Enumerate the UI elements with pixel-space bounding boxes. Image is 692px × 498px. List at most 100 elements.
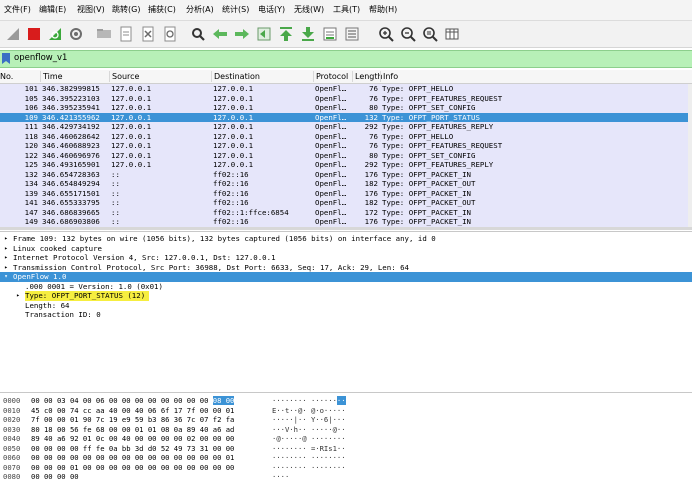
go-back-icon[interactable] xyxy=(210,24,230,44)
hex-dump-row[interactable]: 0060 00 00 00 00 00 00 00 00 00 00 00 00 … xyxy=(0,453,692,463)
hex-offset: 0040 xyxy=(3,434,21,443)
save-file-icon[interactable] xyxy=(116,24,136,44)
collapsed-arrow-icon[interactable]: ▸ xyxy=(14,291,22,301)
packet-row[interactable]: 111 346.429734192 127.0.0.1 127.0.0.1 OpenFl… xyxy=(0,122,688,132)
column-header-info[interactable]: Info xyxy=(380,71,398,82)
packet-row[interactable]: 109 346.421355962 127.0.0.1 127.0.0.1 OpenFl… xyxy=(0,112,688,122)
detail-tree-item[interactable]: Length: 64 xyxy=(0,301,692,311)
column-header-length[interactable]: Length xyxy=(352,71,383,82)
capture-options-icon[interactable] xyxy=(66,24,86,44)
packet-row[interactable]: 125 346.493165901 127.0.0.1 127.0.0.1 OpenFl… xyxy=(0,160,688,170)
hex-offset: 0000 xyxy=(3,396,21,405)
packet-row[interactable]: 147 346.686839665:: ff02::1:ffce:6854 OpenF… xyxy=(0,207,688,217)
packet-row[interactable]: 118 346.460628642 127.0.0.1 127.0.0.1 OpenFl… xyxy=(0,131,688,141)
expanded-arrow-icon[interactable]: ▾ xyxy=(2,272,10,282)
packet-row[interactable]: 149 346.686903806:: ff02::16 OpenFl… 176 Type… xyxy=(0,217,688,227)
display-filter-bar[interactable]: openflow_v1 xyxy=(0,50,692,68)
packet-list-horizontal-scrollbar[interactable] xyxy=(0,227,692,230)
bookmark-icon[interactable] xyxy=(2,53,10,64)
packet-time: 346.655171501 xyxy=(42,188,100,198)
go-to-packet-icon[interactable] xyxy=(254,24,274,44)
packet-row[interactable]: 141 346.655333795:: ff02::16 OpenFl… 182 Type… xyxy=(0,198,688,208)
collapsed-arrow-icon[interactable]: ▸ xyxy=(2,253,10,263)
packet-destination: 127.0.0.1 xyxy=(213,122,254,131)
packet-time: 346.460688923 xyxy=(42,141,100,150)
column-header-time[interactable]: Time xyxy=(40,71,63,82)
selected-hex-bytes: 08 00 xyxy=(212,396,235,405)
shark-fin-start-icon[interactable] xyxy=(3,24,23,44)
menu-file[interactable]: 文件(F) xyxy=(4,5,31,15)
close-file-icon[interactable] xyxy=(138,24,158,44)
menu-statistics[interactable]: 统计(S) xyxy=(222,5,249,15)
menu-edit[interactable]: 编辑(E) xyxy=(39,5,66,15)
detail-tree-item[interactable]: ▸ Internet Protocol Version 4, Src: 127.0… xyxy=(0,253,692,263)
packet-list-scrollbar[interactable] xyxy=(688,84,692,229)
column-header-protocol[interactable]: Protocol xyxy=(313,71,348,82)
detail-tree-item[interactable]: .000 0001 = Version: 1.0 (0x01) xyxy=(0,282,692,292)
ascii-bytes: ········ ········ xyxy=(272,462,346,472)
menu-go[interactable]: 跳转(G) xyxy=(112,5,140,15)
packet-time: 346.686839665 xyxy=(42,207,100,217)
menu-telephony[interactable]: 电话(Y) xyxy=(258,5,285,15)
packet-row[interactable]: 134 346.654849294:: ff02::16 OpenFl… 182 Type… xyxy=(0,179,688,189)
detail-text: Transmission Control Protocol, Src Port:… xyxy=(13,262,410,272)
restart-capture-icon[interactable] xyxy=(45,24,65,44)
hex-dump-row[interactable]: 0080 00 00 00 00 ···· xyxy=(0,472,692,482)
zoom-out-icon[interactable] xyxy=(398,24,418,44)
go-first-icon[interactable] xyxy=(276,24,296,44)
packet-info: Type: OFPT_FEATURES_REQUEST xyxy=(382,93,503,103)
colorize-icon[interactable] xyxy=(342,24,362,44)
zoom-normal-icon[interactable] xyxy=(420,24,440,44)
find-packet-icon[interactable] xyxy=(188,24,208,44)
column-header-source[interactable]: Source xyxy=(109,71,139,82)
menu-tools[interactable]: 工具(T) xyxy=(333,5,360,15)
stop-capture-icon[interactable] xyxy=(24,24,44,44)
collapsed-arrow-icon[interactable]: ▸ xyxy=(2,234,10,244)
detail-tree-item[interactable]: ▸ Type: OFPT_PORT_STATUS (12) xyxy=(0,291,692,301)
detail-tree-item[interactable]: ▸ Linux cooked capture xyxy=(0,244,692,254)
reload-file-icon[interactable] xyxy=(160,24,180,44)
hex-dump-row[interactable]: 0000 00 00 03 04 00 06 00 00 00 00 00 00 … xyxy=(0,396,692,406)
menu-bar: 文件(F) 编辑(E) 视图(V) 跳转(G) 捕获(C) 分析(A) 统计(S… xyxy=(0,0,692,21)
menu-help[interactable]: 帮助(H) xyxy=(369,5,397,15)
packet-row[interactable]: 106 346.395235941 127.0.0.1 127.0.0.1 OpenFl… xyxy=(0,103,688,113)
menu-capture[interactable]: 捕获(C) xyxy=(148,5,176,15)
collapsed-arrow-icon[interactable]: ▸ xyxy=(2,244,10,254)
packet-info: Type: OFPT_PACKET_IN xyxy=(382,207,471,217)
hex-dump-row[interactable]: 0040 89 40 a6 92 01 0c 00 40 00 00 00 00 … xyxy=(0,434,692,444)
packet-row[interactable]: 120 346.460688923 127.0.0.1 127.0.0.1 OpenFl… xyxy=(0,141,688,151)
menu-wireless[interactable]: 无线(W) xyxy=(294,5,324,15)
menu-analyze[interactable]: 分析(A) xyxy=(186,5,214,15)
packet-no: 118 xyxy=(24,131,38,141)
hex-dump-row[interactable]: 0030 80 18 00 56 fe 68 00 00 01 01 08 0a … xyxy=(0,425,692,435)
packet-protocol: OpenFl… xyxy=(315,131,347,141)
packet-time: 346.421355962 xyxy=(42,112,100,122)
packet-row[interactable]: 132 346.654728363:: ff02::16 OpenFl… 176 Type… xyxy=(0,169,688,179)
detail-tree-item[interactable]: ▸ Transmission Control Protocol, Src Port… xyxy=(0,263,692,273)
column-header-destination[interactable]: Destination xyxy=(211,71,260,82)
packet-row[interactable]: 139 346.655171501:: ff02::16 OpenFl… 176 Type… xyxy=(0,188,688,198)
zoom-in-icon[interactable] xyxy=(376,24,396,44)
packet-length: 172 xyxy=(364,207,378,217)
packet-row[interactable]: 105 346.395223103 127.0.0.1 127.0.0.1 OpenFl… xyxy=(0,93,688,103)
open-file-icon[interactable] xyxy=(94,24,114,44)
hex-dump-row[interactable]: 0020 7f 00 00 01 90 7c 19 e9 59 b3 86 36 … xyxy=(0,415,692,425)
column-header-no[interactable]: No. xyxy=(0,71,13,82)
detail-tree-item[interactable]: Transaction ID: 0 xyxy=(0,310,692,320)
packet-row[interactable]: 122 346.460696976 127.0.0.1 127.0.0.1 OpenFl… xyxy=(0,150,688,160)
detail-tree-item[interactable]: ▸ Frame 109: 132 bytes on wire (1056 bits… xyxy=(0,234,692,244)
detail-tree-item[interactable]: ▾ OpenFlow 1.0 xyxy=(0,272,692,282)
menu-view[interactable]: 视图(V) xyxy=(77,5,105,15)
display-filter-input[interactable]: openflow_v1 xyxy=(14,53,67,64)
go-forward-icon[interactable] xyxy=(232,24,252,44)
autoscroll-icon[interactable] xyxy=(320,24,340,44)
packet-row[interactable]: 101 346.382999815 127.0.0.1 127.0.0.1 OpenFl… xyxy=(0,84,688,94)
hex-dump-row[interactable]: 0050 00 00 00 00 ff fe 0a bb 3d d0 52 49 … xyxy=(0,444,692,454)
packet-info: Type: OFPT_PACKET_IN xyxy=(382,169,471,179)
collapsed-arrow-icon[interactable]: ▸ xyxy=(2,263,10,273)
packet-protocol: OpenFl… xyxy=(315,179,347,188)
hex-dump-row[interactable]: 0010 45 c0 00 74 cc aa 40 00 40 06 6f 17 … xyxy=(0,406,692,416)
go-last-icon[interactable] xyxy=(298,24,318,44)
resize-columns-icon[interactable] xyxy=(442,24,462,44)
hex-dump-row[interactable]: 0070 00 00 00 01 00 00 00 00 00 00 00 00 … xyxy=(0,463,692,473)
